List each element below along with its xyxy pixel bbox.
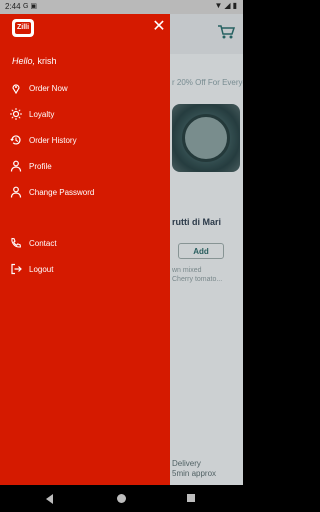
app-screen: r 20% Off For Everyone rutti di Mari Add… — [0, 14, 243, 485]
user-name: krish — [37, 56, 57, 66]
pin-icon — [10, 82, 22, 94]
history-icon — [10, 134, 22, 146]
menu-item-change-password[interactable]: Change Password — [10, 185, 94, 199]
close-icon[interactable]: ✕ — [150, 18, 168, 36]
menu-item-logout[interactable]: Logout — [10, 262, 53, 276]
status-time: 2:44 — [5, 2, 21, 11]
menu-item-order-history[interactable]: Order History — [10, 133, 77, 147]
menu-item-label: Loyalty — [29, 109, 55, 119]
sun-icon — [10, 108, 22, 120]
menu-item-label: Logout — [29, 264, 54, 274]
menu-item-label: Profile — [29, 161, 52, 171]
menu-item-profile[interactable]: Profile — [10, 159, 52, 173]
status-bar: 2:44 G ▣ ▼◢▮ — [0, 0, 243, 14]
navigation-drawer: Zilli ✕ Hello, krish Order Now Loyalty O… — [0, 14, 170, 485]
person-icon — [10, 186, 22, 198]
system-nav-bar — [0, 485, 243, 512]
home-icon[interactable] — [117, 494, 126, 503]
person-icon — [10, 160, 22, 172]
menu-item-label: Order Now — [29, 83, 68, 93]
menu-item-contact[interactable]: Contact — [10, 236, 57, 250]
recents-icon[interactable] — [187, 494, 195, 502]
system-icons: ▼◢▮ — [214, 1, 239, 10]
menu-item-label: Order History — [29, 135, 77, 145]
menu-item-label: Change Password — [29, 187, 95, 197]
phone-icon — [10, 237, 22, 249]
menu-item-loyalty[interactable]: Loyalty — [10, 107, 54, 121]
menu-item-order-now[interactable]: Order Now — [10, 81, 68, 95]
greeting: Hello, krish — [12, 56, 57, 66]
logout-icon — [10, 263, 22, 275]
back-icon[interactable] — [46, 494, 53, 504]
greeting-hello: Hello, — [12, 56, 36, 66]
notification-icons: G ▣ — [23, 3, 38, 10]
brand-logo: Zilli — [12, 19, 34, 37]
menu-item-label: Contact — [29, 238, 57, 248]
